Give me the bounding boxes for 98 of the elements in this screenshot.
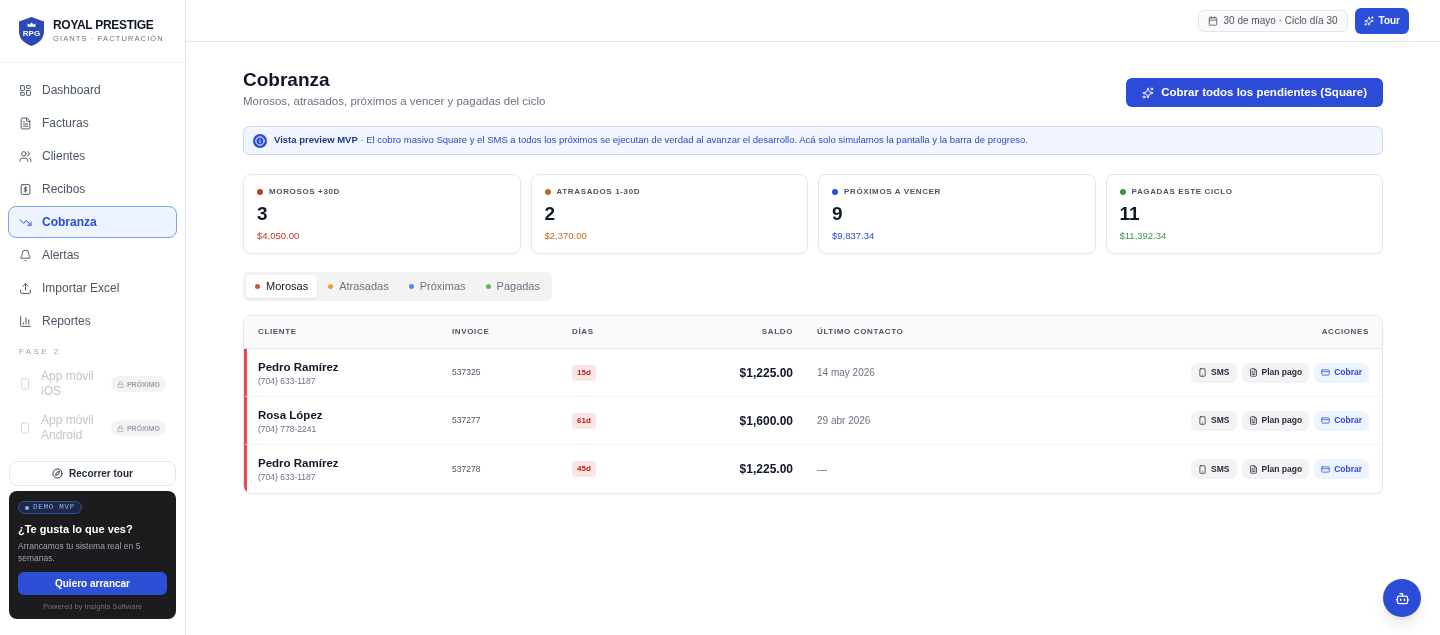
- sidebar-item[interactable]: Dashboard: [8, 74, 177, 106]
- payment-plan-button[interactable]: Plan pago: [1241, 459, 1310, 479]
- column-header: CLIENTE: [258, 326, 298, 338]
- stat-count: 11: [1119, 203, 1140, 225]
- robot-icon: [1394, 590, 1410, 606]
- sidebar-item[interactable]: Facturas: [8, 107, 177, 139]
- sidebar-item[interactable]: Cobranza: [8, 206, 177, 238]
- last-contact-date: 29 abr 2026: [817, 414, 871, 428]
- charge-button[interactable]: Cobrar: [1314, 410, 1369, 431]
- column-header: ACCIONES: [1321, 326, 1369, 338]
- lock-icon: [116, 424, 124, 432]
- invoice-number: 537278: [452, 462, 481, 476]
- sms-button[interactable]: SMS: [1191, 459, 1237, 479]
- filter-tab[interactable]: Morosas: [246, 275, 318, 298]
- phone-icon: [19, 422, 31, 434]
- column-header: DÍAS: [572, 326, 595, 338]
- document-icon: [1248, 368, 1258, 377]
- shield-logo-icon: [19, 16, 44, 46]
- stat-count: 9: [832, 203, 843, 225]
- brand-name: ROYAL PRESTIGE: [53, 18, 155, 32]
- users-icon: [19, 149, 32, 163]
- days-badge: 15d: [572, 364, 596, 381]
- bar-chart-icon: [19, 314, 32, 328]
- sidebar-item[interactable]: Recibos: [8, 173, 177, 205]
- upload-icon: [19, 281, 32, 295]
- notice-text: Vista preview MVP · El cobro masivo Square y el SMS a todos los próximos se ejecutan de verdad al avanzar el desarrollo. Acá solo simulamos la pantalla y la barra de progreso.: [274, 133, 1028, 148]
- payment-plan-button[interactable]: Plan pago: [1241, 410, 1310, 431]
- balance-amount: $1,225.00: [739, 364, 793, 382]
- filter-tab[interactable]: Próximas: [399, 275, 475, 298]
- tour-button[interactable]: Tour: [1354, 7, 1409, 34]
- stat-amount: $9,837.34: [832, 230, 875, 242]
- client-name: Pedro Ramírez: [258, 456, 339, 470]
- stat-amount: $11,392.34: [1119, 230, 1167, 242]
- dollar-sheet-icon: [19, 182, 32, 196]
- assistant-button[interactable]: [1383, 579, 1421, 617]
- invoice-number: 537325: [452, 366, 481, 379]
- client-phone: (704) 633-1187: [258, 375, 316, 386]
- document-icon: [1248, 416, 1258, 425]
- invoice-number: 537277: [452, 414, 481, 427]
- section-label: FASE 2: [18, 347, 62, 357]
- column-header: ÚLTIMO CONTACTO: [816, 326, 905, 338]
- sms-button[interactable]: SMS: [1191, 362, 1237, 383]
- charge-button[interactable]: Cobrar: [1314, 362, 1369, 383]
- page-title: Cobranza: [243, 68, 331, 91]
- filter-tab[interactable]: Atrasadas: [319, 275, 398, 298]
- sparkles-icon: [1363, 15, 1374, 26]
- phone-icon: [1198, 368, 1208, 377]
- stat-label: ATRASADOS 1-30D: [556, 187, 641, 197]
- stat-amount: $2,370.00: [544, 230, 587, 242]
- stat-label: MOROSOS +30D: [269, 187, 341, 197]
- balance-amount: $1,600.00: [739, 412, 793, 430]
- client-name: Pedro Ramírez: [258, 359, 339, 374]
- stat-label: PAGADAS ESTE CICLO: [1131, 187, 1233, 197]
- lock-icon: [116, 380, 124, 388]
- sidebar-item[interactable]: Importar Excel: [8, 272, 177, 304]
- credit-card-icon: [1321, 368, 1331, 377]
- charge-button[interactable]: Cobrar: [1314, 459, 1369, 479]
- stat-count: 3: [257, 203, 268, 225]
- stat-label: PRÓXIMOS A VENCER: [844, 187, 941, 197]
- last-contact-date: —: [817, 462, 827, 477]
- filter-tab[interactable]: Pagadas: [476, 275, 549, 298]
- phone-icon: [1198, 416, 1208, 425]
- last-contact-date: 14 may 2026: [817, 366, 875, 380]
- stat-amount: $4,050.00: [257, 230, 300, 242]
- promo-title: ¿Te gusta lo que ves?: [18, 523, 134, 536]
- calendar-icon: [1207, 15, 1218, 26]
- payment-plan-button[interactable]: Plan pago: [1241, 362, 1310, 383]
- client-phone: (704) 778-2241: [258, 423, 317, 434]
- days-badge: 61d: [572, 412, 596, 429]
- sms-button[interactable]: SMS: [1191, 410, 1237, 431]
- credit-card-icon: [1321, 464, 1331, 474]
- page-subtitle: Morosos, atrasados, próximos a vencer y pagadas del ciclo: [243, 94, 546, 108]
- sidebar-item[interactable]: Alertas: [8, 239, 177, 271]
- logo-text: RPG: [21, 28, 42, 38]
- sidebar-item[interactable]: Reportes: [8, 305, 177, 337]
- phone-icon: [1198, 464, 1208, 474]
- compass-icon: [52, 468, 64, 479]
- date-label: 30 de mayo · Ciclo día 30: [1223, 14, 1338, 28]
- column-header: SALDO: [760, 326, 793, 338]
- sidebar-item[interactable]: Clientes: [8, 140, 177, 172]
- stat-count: 2: [544, 203, 556, 225]
- phone-icon: [19, 378, 31, 390]
- dashboard-grid-icon: [19, 83, 32, 97]
- start-button[interactable]: Quiero arrancar: [18, 572, 167, 595]
- bell-icon: [19, 248, 32, 262]
- credit-card-icon: [1321, 416, 1331, 425]
- tour-button[interactable]: Recorrer tour: [9, 461, 176, 486]
- days-badge: 45d: [572, 461, 596, 477]
- column-header: INVOICE: [452, 326, 491, 338]
- collect-all-button[interactable]: Cobrar todos los pendientes (Square): [1126, 78, 1383, 107]
- client-name: Rosa López: [258, 407, 323, 422]
- document-icon: [19, 116, 32, 130]
- client-phone: (704) 633-1187: [258, 472, 316, 482]
- document-icon: [1248, 464, 1258, 474]
- promo-text: Arrancamos tu sistema real en 5 semanas.: [18, 540, 142, 564]
- balance-amount: $1,225.00: [739, 461, 793, 478]
- sparkles-icon: [1142, 86, 1155, 99]
- info-icon: [253, 133, 267, 148]
